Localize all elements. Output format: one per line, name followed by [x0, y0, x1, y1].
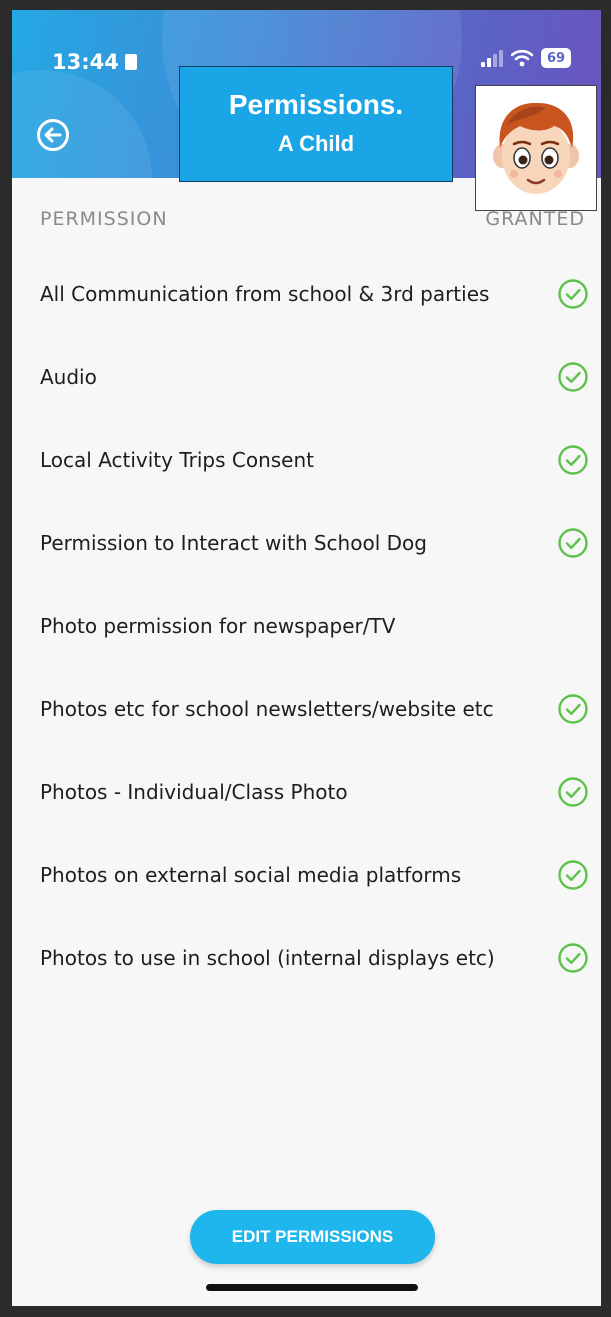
check-circle-icon — [558, 942, 588, 973]
permission-label: Photo permission for newspaper/TV — [40, 613, 396, 638]
permission-label: Local Activity Trips Consent — [40, 447, 314, 472]
permission-row: Photos - Individual/Class Photo — [40, 750, 589, 833]
battery-icon: 69 — [541, 48, 571, 68]
permission-row: All Communication from school & 3rd part… — [40, 252, 589, 335]
check-circle-icon — [558, 527, 588, 558]
sim-icon — [124, 54, 137, 70]
battery-level: 69 — [546, 50, 566, 66]
granted-column-header: GRANTED — [485, 208, 585, 230]
title-box: Permissions. A Child — [179, 66, 453, 182]
permission-label: Photos - Individual/Class Photo — [40, 779, 348, 804]
status-time-text: 13:44 — [52, 50, 119, 74]
check-circle-icon — [558, 859, 588, 890]
list-header: PERMISSION GRANTED — [40, 208, 585, 230]
signal-icon — [481, 49, 503, 67]
phone-screen: 13:44 69 Permissions. A Child PERMISSION… — [12, 10, 601, 1306]
permission-row: Photo permission for newspaper/TV — [40, 584, 589, 667]
permission-label: Permission to Interact with School Dog — [40, 530, 427, 555]
permission-row: Photos etc for school newsletters/websit… — [40, 667, 589, 750]
home-indicator[interactable] — [206, 1284, 418, 1291]
permission-label: All Communication from school & 3rd part… — [40, 281, 490, 306]
child-avatar-icon — [493, 102, 579, 194]
child-name: A Child — [277, 131, 355, 156]
check-circle-icon — [558, 361, 588, 392]
permission-row: Permission to Interact with School Dog — [40, 501, 589, 584]
status-time: 13:44 — [52, 50, 137, 74]
permission-row: Photos to use in school (internal displa… — [40, 916, 589, 999]
check-circle-icon — [558, 278, 588, 309]
check-circle-icon — [558, 693, 588, 724]
edit-permissions-button[interactable]: EDIT PERMISSIONS — [190, 1210, 435, 1264]
device-frame: 13:44 69 Permissions. A Child PERMISSION… — [0, 0, 611, 1317]
permission-label: Photos etc for school newsletters/websit… — [40, 696, 494, 721]
check-circle-icon — [558, 776, 588, 807]
page-title: Permissions. — [228, 89, 404, 120]
status-icons: 69 — [481, 48, 571, 68]
back-arrow-circle-icon[interactable] — [36, 118, 70, 152]
permission-row: Photos on external social media platform… — [40, 833, 589, 916]
wifi-icon — [511, 49, 533, 67]
permission-row: Local Activity Trips Consent — [40, 418, 589, 501]
permission-label: Photos to use in school (internal displa… — [40, 945, 495, 970]
permission-label: Audio — [40, 364, 97, 389]
permission-column-header: PERMISSION — [40, 208, 168, 230]
permission-row: Audio — [40, 335, 589, 418]
avatar — [475, 85, 597, 211]
permissions-list: All Communication from school & 3rd part… — [40, 252, 589, 999]
check-circle-icon — [558, 444, 588, 475]
permission-label: Photos on external social media platform… — [40, 862, 462, 887]
